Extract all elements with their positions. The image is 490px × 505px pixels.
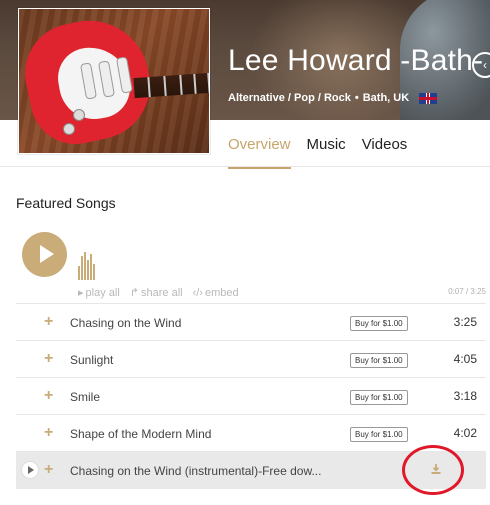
artist-cover-image: [18, 8, 210, 154]
song-duration: 3:18: [453, 389, 477, 403]
share-icon: ↱: [129, 287, 139, 299]
artist-genres[interactable]: Alternative / Pop / Rock: [228, 92, 351, 104]
highlight-circle-annotation: [402, 445, 464, 495]
artist-name: Lee Howard -Bath-: [228, 44, 484, 77]
embed-link[interactable]: ‹/› embed: [193, 286, 239, 299]
tab-videos[interactable]: Videos: [362, 136, 408, 169]
song-row[interactable]: + Smile Buy for $1.00 3:18: [16, 377, 486, 414]
artist-location[interactable]: Bath, UK: [363, 92, 409, 104]
tabs-divider: [0, 166, 490, 167]
play-all-link[interactable]: ▸ play all: [78, 286, 120, 300]
embed-icon: ‹/›: [192, 286, 203, 299]
add-to-playlist-icon[interactable]: +: [44, 350, 53, 368]
add-to-playlist-icon[interactable]: +: [44, 313, 53, 331]
playback-time: 0:07 / 3:25: [448, 287, 486, 296]
embed-label: embed: [204, 286, 239, 299]
song-title[interactable]: Chasing on the Wind: [70, 316, 181, 330]
song-duration: 4:05: [453, 352, 477, 366]
buy-button[interactable]: Buy for $1.00: [350, 427, 408, 442]
tab-music[interactable]: Music: [307, 136, 346, 169]
song-duration: 3:25: [453, 315, 477, 329]
song-title[interactable]: Shape of the Modern Mind: [70, 427, 211, 441]
song-row[interactable]: + Shape of the Modern Mind Buy for $1.00…: [16, 414, 486, 451]
uk-flag-icon: [419, 92, 438, 104]
share-all-label: share all: [141, 286, 183, 299]
song-row[interactable]: + Chasing on the Wind Buy for $1.00 3:25: [16, 303, 486, 340]
tab-overview[interactable]: Overview: [228, 136, 291, 169]
play-button[interactable]: [22, 232, 67, 277]
guitar-knob: [73, 109, 85, 121]
song-title[interactable]: Smile: [70, 390, 100, 404]
song-title[interactable]: Sunlight: [70, 353, 113, 367]
play-all-label: play all: [85, 286, 120, 299]
meta-separator: •: [354, 92, 359, 104]
featured-songs-title: Featured Songs: [16, 195, 116, 211]
add-to-playlist-icon[interactable]: +: [44, 424, 53, 442]
equalizer-icon: [78, 252, 95, 280]
guitar-knob: [63, 123, 75, 135]
artist-meta: Alternative / Pop / Rock • Bath, UK: [228, 92, 438, 104]
featured-actions: ▸ play all ↱ share all ‹/› embed: [78, 286, 239, 300]
row-play-button[interactable]: [21, 461, 39, 479]
song-title[interactable]: Chasing on the Wind (instrumental)-Free …: [70, 464, 321, 478]
song-row[interactable]: + Sunlight Buy for $1.00 4:05: [16, 340, 486, 377]
share-all-link[interactable]: ↱ share all: [129, 286, 183, 300]
buy-button[interactable]: Buy for $1.00: [350, 316, 408, 331]
add-to-playlist-icon[interactable]: +: [44, 387, 53, 405]
song-duration: 4:02: [453, 426, 477, 440]
buy-button[interactable]: Buy for $1.00: [350, 390, 408, 405]
profile-tabs: Overview Music Videos: [228, 136, 423, 169]
buy-button[interactable]: Buy for $1.00: [350, 353, 408, 368]
play-small-icon: ▸: [78, 287, 84, 299]
add-to-playlist-icon[interactable]: +: [44, 461, 53, 479]
